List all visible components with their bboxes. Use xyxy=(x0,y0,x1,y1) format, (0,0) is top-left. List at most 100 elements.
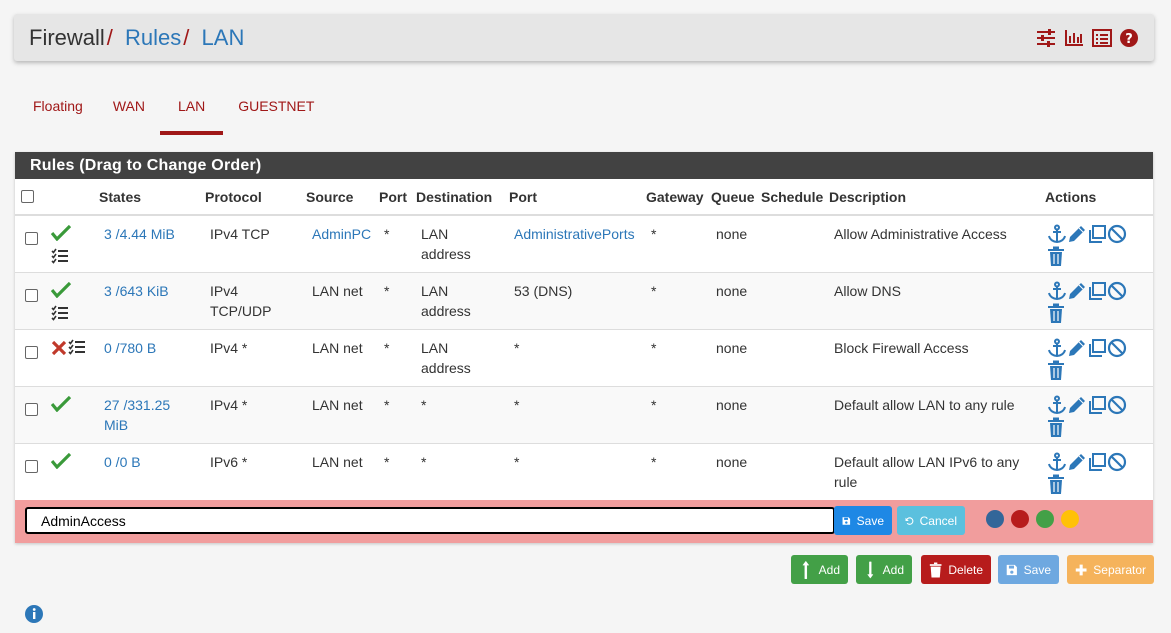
separator-save-button[interactable]: Save xyxy=(834,506,892,535)
row-checkbox[interactable] xyxy=(25,289,38,302)
rule-queue: none xyxy=(716,226,748,242)
select-all-checkbox[interactable] xyxy=(21,190,34,203)
rule-destination: * xyxy=(421,397,427,413)
col-schedule[interactable]: Schedule xyxy=(761,189,823,205)
table-row[interactable]: 0 /0 B IPv6 * LAN net * * * * none Defau… xyxy=(15,444,1153,501)
breadcrumb-rules[interactable]: Rules xyxy=(125,25,181,50)
rule-gateway: * xyxy=(651,454,657,470)
ban-icon[interactable] xyxy=(1107,395,1127,415)
pencil-icon[interactable] xyxy=(1067,281,1087,299)
trash-icon[interactable] xyxy=(1047,360,1065,380)
pass-check-icon xyxy=(50,452,72,472)
rule-states[interactable]: 0 /0 B xyxy=(104,452,194,472)
copy-icon[interactable] xyxy=(1087,338,1107,357)
color-option-green[interactable] xyxy=(1036,510,1054,528)
pencil-icon[interactable] xyxy=(1067,452,1087,470)
svg-text:?: ? xyxy=(1125,32,1133,47)
rule-states[interactable]: 3 /4.44 MiB xyxy=(104,224,194,244)
breadcrumb-lan[interactable]: LAN xyxy=(202,25,245,50)
ban-icon[interactable] xyxy=(1107,452,1127,472)
save-order-button[interactable]: Save xyxy=(998,555,1059,584)
page-header: Firewall/ Rules/ LAN ? xyxy=(14,14,1154,61)
ban-icon[interactable] xyxy=(1107,338,1127,358)
tasks-icon[interactable] xyxy=(51,248,69,267)
pencil-icon[interactable] xyxy=(1067,338,1087,356)
ban-icon[interactable] xyxy=(1107,224,1127,244)
trash-icon[interactable] xyxy=(1047,303,1065,323)
rules-table-body: 3 /4.44 MiB IPv4 TCP AdminPC * LAN addre… xyxy=(15,216,1153,501)
rule-port: * xyxy=(384,397,390,413)
table-row[interactable]: 3 /643 KiB IPv4 TCP/UDP LAN net * LAN ad… xyxy=(15,273,1153,330)
list-icon[interactable] xyxy=(1092,29,1112,47)
col-queue[interactable]: Queue xyxy=(711,189,755,205)
copy-icon[interactable] xyxy=(1087,281,1107,300)
tasks-icon[interactable] xyxy=(68,339,86,358)
add-bottom-label: Add xyxy=(882,562,904,577)
anchor-icon[interactable] xyxy=(1047,452,1067,472)
row-checkbox[interactable] xyxy=(25,346,38,359)
rule-dest-port: * xyxy=(514,397,520,413)
ban-icon[interactable] xyxy=(1107,281,1127,301)
interface-tabs: Floating WAN LAN GUESTNET xyxy=(18,90,329,135)
add-separator-button[interactable]: Separator xyxy=(1067,555,1154,584)
col-dest-port[interactable]: Port xyxy=(509,189,537,205)
col-source[interactable]: Source xyxy=(306,189,353,205)
sliders-icon[interactable] xyxy=(1036,29,1056,47)
trash-icon[interactable] xyxy=(1047,474,1065,494)
trash-icon[interactable] xyxy=(1047,417,1065,437)
rule-states[interactable]: 0 /780 B xyxy=(104,338,194,358)
col-gateway[interactable]: Gateway xyxy=(646,189,704,205)
rule-source[interactable]: AdminPC xyxy=(312,224,382,244)
separator-cancel-label: Cancel xyxy=(919,513,957,528)
col-destination[interactable]: Destination xyxy=(416,189,492,205)
pencil-icon[interactable] xyxy=(1067,224,1087,242)
copy-icon[interactable] xyxy=(1087,395,1107,414)
floppy-icon xyxy=(842,516,851,525)
tasks-icon[interactable] xyxy=(51,305,69,324)
rule-dest-port[interactable]: AdministrativePorts xyxy=(514,224,635,244)
anchor-icon[interactable] xyxy=(1047,395,1067,415)
row-checkbox[interactable] xyxy=(25,460,38,473)
separator-cancel-button[interactable]: Cancel xyxy=(897,506,965,535)
add-rule-top-button[interactable]: Add xyxy=(791,555,848,584)
tab-wan[interactable]: WAN xyxy=(98,90,160,131)
bar-chart-icon[interactable] xyxy=(1064,29,1084,47)
color-option-yellow[interactable] xyxy=(1061,510,1079,528)
separator-text-input[interactable] xyxy=(25,507,835,534)
rule-port: * xyxy=(384,283,390,299)
pencil-icon[interactable] xyxy=(1067,395,1087,413)
color-option-red[interactable] xyxy=(1011,510,1029,528)
col-description[interactable]: Description xyxy=(829,189,906,205)
rule-destination: * xyxy=(421,454,427,470)
table-row[interactable]: 0 /780 B IPv4 * LAN net * LAN address * … xyxy=(15,330,1153,387)
add-rule-bottom-button[interactable]: Add xyxy=(856,555,912,584)
row-checkbox[interactable] xyxy=(25,232,38,245)
table-row[interactable]: 27 /331.25 MiB IPv4 * LAN net * * * * no… xyxy=(15,387,1153,444)
delete-label: Delete xyxy=(948,562,983,577)
tab-lan[interactable]: LAN xyxy=(159,90,224,135)
color-option-blue[interactable] xyxy=(986,510,1004,528)
tab-floating[interactable]: Floating xyxy=(18,90,98,131)
rule-description: Allow DNS xyxy=(834,283,901,299)
copy-icon[interactable] xyxy=(1087,452,1107,471)
rule-actions xyxy=(1047,281,1127,323)
breadcrumb: Firewall/ Rules/ LAN xyxy=(29,25,244,51)
rule-port: * xyxy=(384,454,390,470)
info-icon[interactable] xyxy=(24,604,44,627)
tab-guestnet[interactable]: GUESTNET xyxy=(223,90,329,131)
delete-selected-button[interactable]: Delete xyxy=(921,555,991,584)
anchor-icon[interactable] xyxy=(1047,281,1067,301)
table-row[interactable]: 3 /4.44 MiB IPv4 TCP AdminPC * LAN addre… xyxy=(15,216,1153,273)
help-icon[interactable]: ? xyxy=(1120,29,1138,47)
rule-states[interactable]: 3 /643 KiB xyxy=(104,281,194,301)
row-checkbox[interactable] xyxy=(25,403,38,416)
copy-icon[interactable] xyxy=(1087,224,1107,243)
col-protocol[interactable]: Protocol xyxy=(205,189,262,205)
rule-gateway: * xyxy=(651,397,657,413)
anchor-icon[interactable] xyxy=(1047,224,1067,244)
trash-icon[interactable] xyxy=(1047,246,1065,266)
anchor-icon[interactable] xyxy=(1047,338,1067,358)
col-port[interactable]: Port xyxy=(379,189,407,205)
rule-states[interactable]: 27 /331.25 MiB xyxy=(104,395,194,435)
col-states[interactable]: States xyxy=(99,189,141,205)
